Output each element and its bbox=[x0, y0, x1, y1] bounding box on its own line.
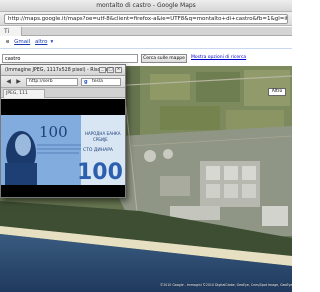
denomination-small: 100 bbox=[39, 123, 68, 141]
search-options-link[interactable]: Mostra opzioni di ricerca bbox=[191, 55, 246, 60]
search-input[interactable] bbox=[2, 54, 138, 63]
google-bar: e Gmail altro ▾ bbox=[0, 36, 292, 49]
banknote-word: СТО ДИНАРА bbox=[83, 147, 114, 153]
popup-navigation-bar: ◀ ▶ http://serb g tesla bbox=[1, 76, 125, 88]
image-viewer: 100 НАРОДНА БАНКА СРБИЈЕ СТО ДИНАРА 100 bbox=[1, 99, 125, 197]
popup-url-field[interactable]: http://serb bbox=[26, 78, 78, 86]
google-search-icon: g bbox=[84, 79, 88, 85]
bank-name-line1: НАРОДНА БАНКА bbox=[85, 131, 121, 136]
window-title: montalto di castro - Google Maps bbox=[0, 0, 292, 12]
minimize-icon[interactable]: _ bbox=[99, 67, 106, 73]
tab-strip: Ti bbox=[0, 27, 292, 36]
gmail-link[interactable]: Gmail bbox=[14, 39, 30, 45]
map-type-button[interactable]: Altro bbox=[268, 88, 286, 96]
search-row: Cerca sulle mappe Mostra opzioni di rice… bbox=[0, 54, 292, 64]
close-icon[interactable]: × bbox=[115, 67, 122, 73]
more-link[interactable]: altro bbox=[35, 39, 48, 45]
gbar-prefix: e bbox=[6, 39, 10, 45]
popup-search-text: tesla bbox=[92, 79, 103, 84]
forward-icon[interactable]: ▶ bbox=[14, 78, 23, 86]
popup-title-text: (Immagine JPEG, 1117x528 pixel) - Riscal… bbox=[5, 68, 113, 73]
bank-name-line2: СРБИЈЕ bbox=[93, 137, 108, 142]
popup-tab[interactable]: JPEG, 111 bbox=[3, 89, 45, 98]
banknote-image: 100 НАРОДНА БАНКА СРБИЈЕ СТО ДИНАРА 100 bbox=[1, 115, 125, 185]
map-copyright: ©2010 Google - Immagini ©2010 DigitalGlo… bbox=[160, 283, 292, 287]
window-controls: _ □ × bbox=[98, 67, 122, 75]
chevron-down-icon: ▾ bbox=[50, 39, 54, 45]
denomination-large: 100 bbox=[77, 160, 123, 185]
url-bar-row: http://maps.google.it/maps?oe=utf-8&clie… bbox=[0, 12, 292, 26]
url-field[interactable]: http://maps.google.it/maps?oe=utf-8&clie… bbox=[4, 14, 288, 24]
search-maps-button[interactable]: Cerca sulle mappe bbox=[141, 54, 187, 63]
image-popup-window: (Immagine JPEG, 1117x528 pixel) - Riscal… bbox=[0, 64, 126, 198]
popup-tab-strip: JPEG, 111 bbox=[1, 88, 125, 98]
browser-tab[interactable]: Ti bbox=[0, 27, 22, 36]
maximize-icon[interactable]: □ bbox=[107, 67, 114, 73]
popup-search-field[interactable]: g tesla bbox=[81, 78, 121, 86]
back-icon[interactable]: ◀ bbox=[4, 78, 13, 86]
popup-title: (Immagine JPEG, 1117x528 pixel) - Riscal… bbox=[1, 65, 125, 76]
